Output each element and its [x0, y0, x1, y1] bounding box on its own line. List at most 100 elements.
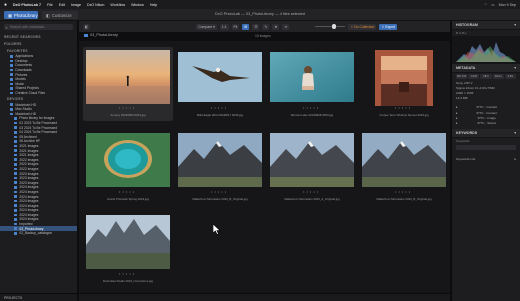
apple-icon[interactable]: ● [4, 2, 7, 8]
sidebar-item-label: 2024 Images [19, 194, 39, 199]
sidebar-item-label: Pictures [15, 72, 28, 77]
photo-thumbnail[interactable] [86, 50, 170, 104]
devices-list: Macintosh HD Mac Studio Macintosh HD [0, 102, 77, 116]
photo-cell[interactable]: • • • • • Annecy 20230823 0001.jpg [83, 47, 173, 121]
folder-icon [14, 195, 18, 198]
sidebar-item-label: 2022 Images [19, 162, 39, 167]
folder-icon [10, 112, 14, 116]
menu-help[interactable]: Help [150, 3, 157, 7]
menu-window[interactable]: Window [131, 3, 144, 7]
photo-cell[interactable]: • • • • • Woman Lake 20240908 0053.jpg [267, 47, 357, 121]
menu-dxo-nikon[interactable]: DxO Nikon [87, 3, 104, 7]
thumbnail-size-slider[interactable] [315, 24, 346, 29]
folder-icon [14, 126, 18, 129]
sidebar-toggle-button[interactable]: ◧ [83, 23, 91, 30]
photo-thumbnail[interactable] [270, 52, 354, 102]
section-favorites[interactable]: FAVORITES [0, 47, 77, 54]
menu-image[interactable]: Image [71, 3, 81, 7]
slider-knob[interactable] [331, 24, 337, 29]
photo-cell[interactable]: • • • • • Bald Eagle Wild 20240817 0039.… [175, 47, 265, 121]
sidebar-item-label: Imported [19, 222, 33, 227]
photo-thumbnail[interactable] [178, 52, 262, 102]
iptc-label: IPTC - Image [477, 115, 496, 120]
photo-caption: Matterhorn Mountains 2023_B_Original.jpg [192, 197, 248, 201]
right-panel: HISTOGRAM ▾ R G B L METADATA ▾ ISO 100 1/1… [451, 21, 520, 301]
photo-caption: Dolomites Peaks 2023_Corrections.jpg [103, 279, 153, 283]
sidebar-item-label: 2021 Images [19, 143, 39, 148]
keywords-list-toggle[interactable]: Keywords List ▸ [452, 157, 520, 162]
tab-photolibrary[interactable]: ▦ PhotoLibrary [4, 11, 38, 19]
zoom-100-button[interactable]: 1:1 [219, 23, 229, 30]
folder-icon [14, 117, 18, 120]
export-button[interactable]: ⇧ Export [379, 23, 397, 30]
rating-dots[interactable]: • • • • • [395, 190, 411, 194]
app-window: ● DxO PhotoLab 7 File Edit Image DxO Nik… [0, 0, 520, 301]
rating-dots[interactable]: • • • • • [303, 190, 319, 194]
list-view-button[interactable]: ☰ [252, 23, 260, 30]
photo-thumbnail[interactable] [362, 133, 446, 187]
rating-dots[interactable]: • • • • • [119, 272, 135, 276]
sidebar-item-label: Creative Cloud Files [15, 91, 46, 96]
photo-thumbnail[interactable] [178, 133, 262, 187]
sidebar-item-label: Photo library for Images [19, 116, 55, 121]
compare-button[interactable]: Compare ▾ [196, 23, 217, 30]
rating-dots[interactable]: • • • • • [303, 106, 319, 110]
section-recent-searches[interactable]: RECENT SEARCHES [0, 33, 77, 40]
edit-button[interactable]: ✎ [262, 23, 270, 30]
rating-dots[interactable]: • • • • • [119, 106, 135, 110]
photo-cell[interactable]: • • • • • Matterhorn Mountains 2023_B_Or… [175, 131, 265, 207]
wifi-icon[interactable]: ◠ [484, 3, 487, 7]
photo-cell[interactable]: • • • • • Matterhorn Mountains 2023_A_Or… [267, 131, 357, 207]
keyword-input[interactable] [456, 144, 516, 150]
folder-icon [14, 213, 18, 217]
histogram-header[interactable]: HISTOGRAM ▾ [452, 21, 520, 30]
folder-icon [10, 64, 14, 67]
search-input[interactable]: ⌕ Search with metadata… [4, 24, 73, 30]
metadata-header[interactable]: METADATA ▾ [452, 64, 520, 73]
photo-cell[interactable]: • • • • • Grand Prismatic Spring 2024.jp… [83, 131, 173, 207]
rating-dots[interactable]: • • • • • [119, 190, 135, 194]
grid-view-button[interactable]: ⊞ [242, 23, 250, 30]
sidebar-item-label: 2024 Images [19, 217, 39, 222]
window-title: DxO PhotoLab — 03_PhotoLibrary — 4 files… [215, 12, 305, 16]
photo-caption: Bald Eagle Wild 20240817 0039.jpg [197, 113, 243, 117]
photo-thumbnail[interactable] [375, 50, 433, 106]
menu-workflow[interactable]: Workflow [110, 3, 125, 7]
fit-button[interactable]: Fit [231, 23, 240, 30]
chevron-down-icon: ▾ [514, 130, 516, 135]
dxo-collection-button[interactable]: ⇪ Do Collection [348, 23, 377, 30]
sidebar: ⌕ Search with metadata… RECENT SEARCHES … [0, 21, 78, 301]
keywords-header[interactable]: KEYWORDS ▾ [452, 128, 520, 138]
menu-edit[interactable]: Edit [59, 3, 65, 7]
search-placeholder: Search with metadata… [10, 25, 48, 29]
section-folders[interactable]: FOLDERS [0, 40, 77, 47]
photo-thumbnail[interactable] [86, 215, 170, 269]
sidebar-item-folder[interactable]: 02_Backup_catalogue [0, 231, 77, 236]
menu-app-name[interactable]: DxO PhotoLab 7 [13, 3, 41, 7]
breadcrumb-folder[interactable]: 03_PhotoLibrary [90, 33, 118, 37]
sidebar-item-label: Shared Projects [15, 86, 39, 91]
chevron-right-icon: ▸ [514, 157, 516, 162]
battery-icon[interactable]: ▭ [491, 3, 494, 7]
sidebar-item-label: 2024 Images [19, 208, 39, 213]
grid-icon: ▦ [8, 12, 12, 18]
photo-cell[interactable]: • • • • • Dolomites Peaks 2023_Correctio… [83, 213, 173, 289]
rating-dots[interactable]: • • • • • [395, 106, 411, 110]
photo-thumbnail[interactable] [86, 133, 170, 187]
exif-iso: ISO 100 [456, 74, 468, 79]
export-label: Export [385, 24, 395, 29]
star-filter-button[interactable]: ★ [272, 23, 280, 30]
filter-dropdown[interactable]: ▾ [282, 23, 290, 30]
photo-thumbnail[interactable] [270, 133, 354, 187]
rating-dots[interactable]: • • • • • [211, 190, 227, 194]
rating-dots[interactable]: • • • • • [211, 106, 227, 110]
photo-cell[interactable]: • • • • • Matterhorn Mountains 2023_B_Or… [359, 131, 449, 207]
folder-icon [10, 55, 14, 58]
photo-caption: Grand Prismatic Spring 2024.jpg [107, 197, 149, 201]
photo-cell[interactable]: • • • • • Cinque Terre Window Sunset 202… [359, 47, 449, 121]
tab-customize[interactable]: ◧ Customize [42, 11, 78, 19]
folder-icon [14, 135, 18, 139]
section-devices[interactable]: DEVICES [0, 95, 77, 102]
projects-section[interactable]: PROJECTS [0, 293, 77, 301]
menu-file[interactable]: File [47, 3, 53, 7]
